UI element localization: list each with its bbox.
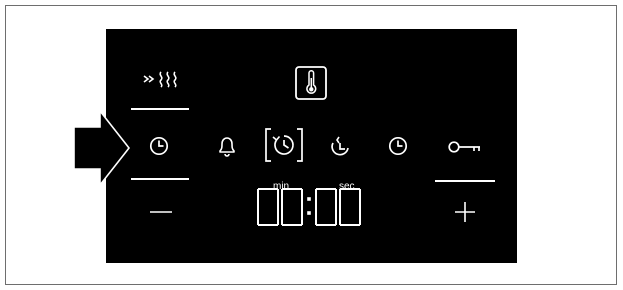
separator-line [435, 180, 495, 182]
time-of-day-icon[interactable] [388, 136, 408, 156]
separator-line [131, 178, 189, 180]
temperature-thermometer-icon[interactable] [295, 66, 327, 100]
separator-line [131, 108, 189, 110]
minus-icon[interactable] [150, 210, 172, 214]
digit [257, 188, 279, 226]
rapid-heat-icon[interactable] [143, 70, 186, 88]
digit [315, 188, 337, 226]
end-time-icon[interactable] [329, 134, 351, 156]
child-lock-key-icon[interactable] [448, 139, 482, 155]
clock-icon[interactable] [149, 136, 169, 156]
colon-dot [307, 211, 311, 215]
digit [281, 188, 303, 226]
arrow-pointer-icon [73, 108, 131, 188]
colon-dot [307, 197, 311, 201]
alarm-bell-icon[interactable] [217, 136, 237, 158]
cooking-time-icon[interactable] [264, 127, 304, 163]
digit [339, 188, 361, 226]
plus-icon[interactable] [455, 202, 475, 222]
time-display [257, 187, 365, 227]
